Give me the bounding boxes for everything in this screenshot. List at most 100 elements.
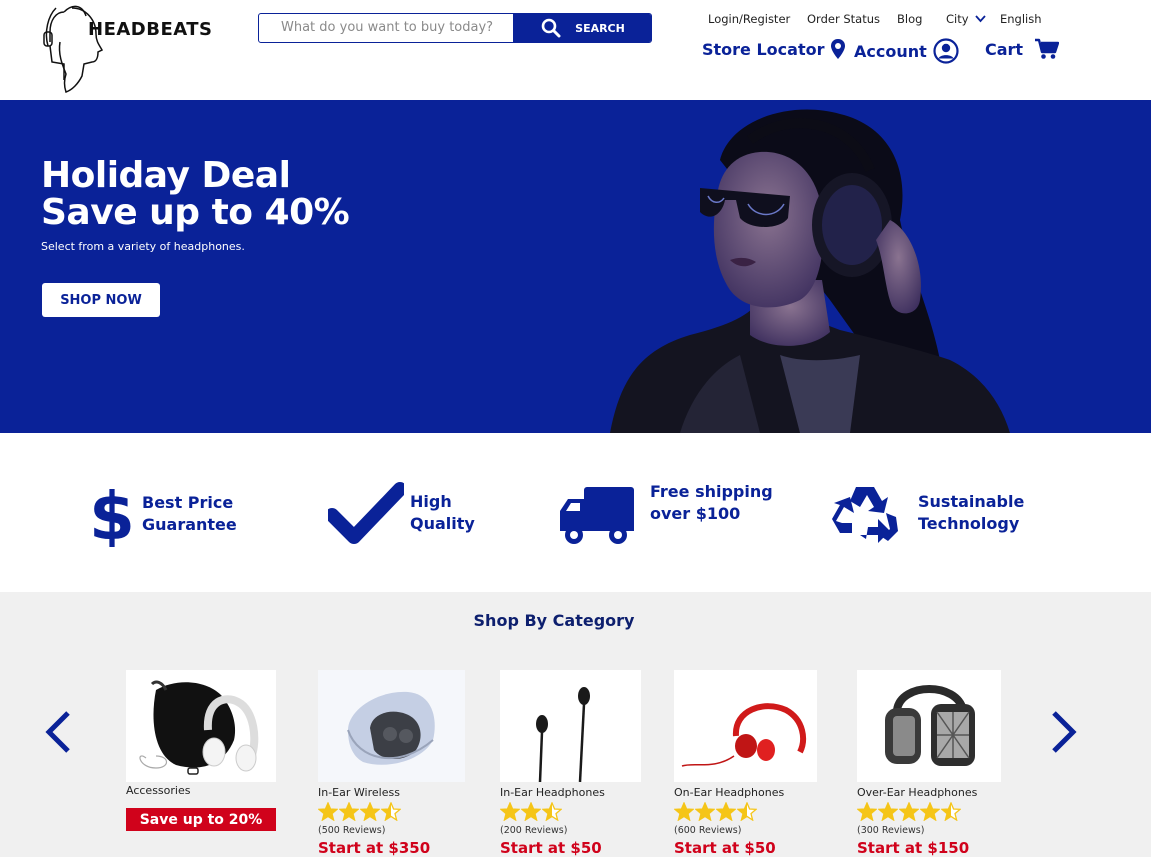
rating-stars [500, 802, 562, 821]
hero-woman-headphones-image [610, 109, 1010, 433]
star-full-icon [500, 802, 520, 821]
order-status-link[interactable]: Order Status [807, 12, 880, 26]
feature-label: Sustainable Technology [918, 491, 1024, 535]
rating-stars [674, 802, 757, 821]
in-ear-headphones-product-image [536, 687, 590, 782]
category-price: Start at $50 [500, 839, 602, 857]
search-button[interactable]: SEARCH [513, 14, 651, 42]
dollar-icon: $ [90, 481, 134, 547]
chevron-down-icon [974, 15, 986, 23]
map-pin-icon [831, 39, 846, 59]
city-dropdown[interactable]: City [946, 12, 986, 26]
language-selector[interactable]: English [1000, 12, 1042, 26]
feature-line2: Quality [410, 514, 475, 533]
feature-best-price: $ Best Price Guarantee [90, 481, 237, 547]
cart-link[interactable]: Cart [985, 38, 1060, 60]
cart-label: Cart [985, 39, 1024, 59]
feature-label: Free shipping over $100 [650, 481, 773, 525]
star-full-icon [695, 802, 715, 821]
blog-link[interactable]: Blog [897, 12, 922, 26]
star-half-icon [542, 802, 562, 821]
rating-stars [857, 802, 961, 821]
review-count[interactable]: (600 Reviews) [674, 825, 741, 836]
feature-sustainable: Sustainable Technology [830, 481, 1024, 547]
category-image-over-ear-headphones[interactable] [857, 670, 1001, 782]
hero-title-line1: Holiday Deal [41, 155, 291, 196]
hero-banner: Holiday Deal Save up to 40% Select from … [0, 100, 1151, 433]
login-register-link[interactable]: Login/Register [708, 12, 790, 26]
feature-line1: Sustainable [918, 492, 1025, 511]
carousel-next-arrow-icon[interactable] [1050, 710, 1078, 754]
star-full-icon [674, 802, 694, 821]
hero-title-line2: Save up to 40% [41, 192, 350, 233]
feature-line2: over $100 [650, 504, 741, 523]
svg-text:$: $ [90, 481, 134, 547]
category-price: Start at $50 [674, 839, 776, 857]
hero-subtitle: Select from a variety of headphones. [41, 240, 245, 253]
star-full-icon [899, 802, 919, 821]
star-full-icon [521, 802, 541, 821]
checkmark-icon [328, 482, 404, 544]
search-icon [541, 18, 561, 38]
on-ear-headphones-product-image [681, 703, 806, 767]
category-title: Shop By Category [473, 611, 635, 630]
in-ear-wireless-product-image [347, 691, 435, 765]
category-name[interactable]: Accessories [126, 784, 190, 797]
star-half-icon [737, 802, 757, 821]
feature-high-quality: High Quality [328, 481, 475, 545]
category-name[interactable]: In-Ear Wireless [318, 786, 400, 799]
hero-title: Holiday Deal Save up to 40% [41, 155, 350, 233]
feature-line1: Free shipping [650, 482, 773, 501]
truck-icon [560, 487, 634, 544]
feature-line2: Technology [918, 514, 1020, 533]
recycle-icon [832, 487, 898, 543]
star-full-icon [920, 802, 940, 821]
over-ear-headphones-product-image [885, 685, 975, 766]
star-half-icon [941, 802, 961, 821]
user-circle-icon [933, 38, 959, 64]
carousel-prev-arrow-icon[interactable] [44, 710, 72, 754]
review-count[interactable]: (300 Reviews) [857, 825, 924, 836]
shopping-cart-icon [1035, 38, 1060, 59]
category-name[interactable]: In-Ear Headphones [500, 786, 605, 799]
category-image-in-ear-wireless[interactable] [318, 670, 465, 782]
review-count[interactable]: (200 Reviews) [500, 825, 567, 836]
feature-free-shipping: Free shipping over $100 [558, 481, 773, 547]
feature-line1: Best Price [142, 493, 234, 512]
shop-now-button[interactable]: SHOP NOW [42, 283, 160, 317]
category-price: Start at $350 [318, 839, 431, 857]
feature-line1: High [410, 492, 452, 511]
account-label: Account [854, 41, 927, 61]
category-image-accessories[interactable] [126, 670, 276, 782]
category-name[interactable]: On-Ear Headphones [674, 786, 784, 799]
category-price: Start at $150 [857, 839, 970, 857]
search-bar: SEARCH [258, 13, 652, 43]
rating-stars [318, 802, 401, 821]
city-label: City [946, 12, 969, 26]
logo[interactable]: HEADBEATS [42, 2, 212, 94]
review-count[interactable]: (500 Reviews) [318, 825, 385, 836]
star-full-icon [318, 802, 338, 821]
star-full-icon [857, 802, 877, 821]
star-full-icon [339, 802, 359, 821]
category-name[interactable]: Over-Ear Headphones [857, 786, 977, 799]
search-input[interactable] [259, 14, 514, 41]
search-button-label: SEARCH [575, 21, 625, 35]
logo-text: HEADBEATS [88, 19, 213, 40]
feature-line2: Guarantee [142, 515, 237, 534]
site-header: HEADBEATS SEARCH Login/Register Order St… [0, 0, 1151, 100]
accessories-product-image [139, 680, 259, 775]
store-locator-link[interactable]: Store Locator [702, 38, 846, 60]
store-locator-label: Store Locator [702, 39, 825, 59]
star-full-icon [360, 802, 380, 821]
headphone-head-logo-icon [43, 5, 104, 93]
sale-badge: Save up to 20% [126, 808, 276, 831]
category-image-in-ear-headphones[interactable] [500, 670, 641, 782]
feature-label: High Quality [410, 491, 475, 535]
star-half-icon [381, 802, 401, 821]
features-strip: $ Best Price Guarantee High Quality Free… [0, 433, 1151, 592]
shop-by-category-section: Shop By Category Accessories Save up to … [0, 592, 1151, 857]
category-image-on-ear-headphones[interactable] [674, 670, 817, 782]
star-full-icon [878, 802, 898, 821]
account-link[interactable]: Account [854, 38, 959, 64]
